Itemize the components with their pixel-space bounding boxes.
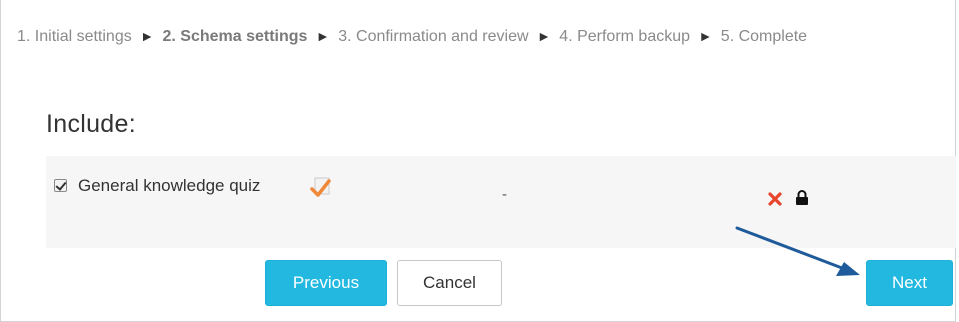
breadcrumb-separator-icon: ► (698, 28, 713, 44)
previous-button[interactable]: Previous (265, 260, 387, 306)
section-title: Include: (46, 110, 136, 138)
breadcrumb-separator-icon: ► (140, 28, 155, 44)
breadcrumb-separator-icon: ► (315, 28, 330, 44)
include-item-row (46, 156, 956, 248)
include-item-label: General knowledge quiz (78, 176, 261, 195)
include-item-value: - (502, 186, 507, 203)
lock-icon (796, 190, 808, 205)
next-button[interactable]: Next (866, 260, 953, 306)
breadcrumb-step-schema-settings: 2. Schema settings (162, 28, 308, 45)
breadcrumb-step-complete: 5. Complete (720, 28, 808, 45)
breadcrumb-separator-icon: ► (536, 28, 551, 44)
breadcrumb-step-confirmation: 3. Confirmation and review (338, 28, 529, 45)
breadcrumb: 1. Initial settings ► 2. Schema settings… (17, 22, 917, 51)
delete-x-icon[interactable] (768, 192, 782, 206)
include-item-checkbox[interactable] (54, 179, 67, 192)
breadcrumb-step-perform-backup: 4. Perform backup (559, 28, 691, 45)
edit-check-icon[interactable] (309, 176, 333, 200)
cancel-button[interactable]: Cancel (397, 260, 502, 306)
breadcrumb-step-initial-settings: 1. Initial settings (17, 28, 132, 45)
